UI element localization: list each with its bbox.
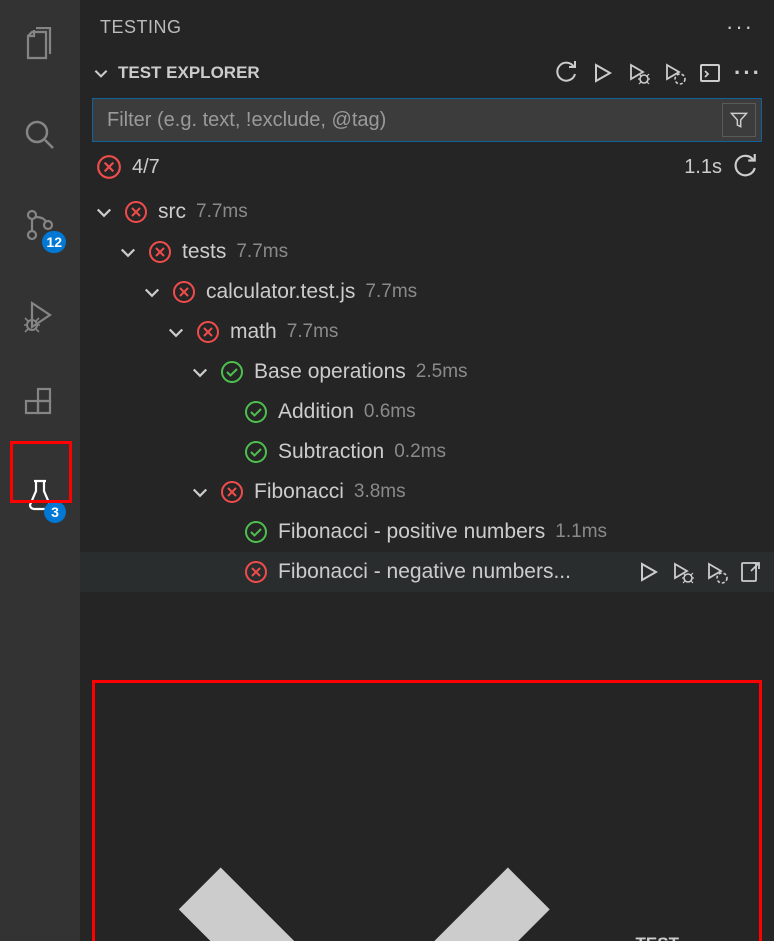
test-summary-duration: 1.1s [684, 156, 722, 179]
go-to-test-button[interactable] [738, 560, 762, 584]
testing-badge: 3 [44, 501, 66, 523]
rerun-button[interactable] [732, 154, 758, 180]
panel-more-button[interactable]: ··· [726, 14, 754, 40]
pass-status-icon [220, 360, 244, 384]
show-output-button[interactable] [698, 61, 722, 85]
test-tree-row[interactable]: Base operations 2.5ms [80, 352, 774, 392]
test-duration: 3.8ms [354, 481, 406, 503]
test-tree: src 7.7ms tests 7.7ms calculator.test.js 7.7m… [80, 186, 774, 592]
test-tree-row[interactable]: Addition 0.6ms [80, 392, 774, 432]
activity-scm-icon[interactable]: 12 [10, 195, 70, 255]
chevron-down-icon [190, 362, 210, 382]
chevron-down-icon [94, 202, 114, 222]
fail-status-icon [96, 154, 122, 180]
test-duration: 7.7ms [196, 201, 248, 223]
test-name: src [158, 200, 186, 224]
test-coverage-header[interactable]: TEST COVERAGE [95, 687, 759, 941]
test-name: calculator.test.js [206, 280, 355, 304]
test-tree-row[interactable]: Fibonacci - negative numbers... [80, 552, 774, 592]
fail-status-icon [244, 560, 268, 584]
test-tree-row[interactable]: Fibonacci 3.8ms [80, 472, 774, 512]
scm-badge: 12 [42, 231, 66, 253]
fail-status-icon [124, 200, 148, 224]
test-tree-row[interactable]: Fibonacci - positive numbers 1.1ms [80, 512, 774, 552]
run-coverage-button[interactable] [662, 61, 686, 85]
fail-status-icon [172, 280, 196, 304]
testing-panel: TESTING ··· TEST EXPLORER ··· [80, 0, 774, 941]
test-name: Fibonacci - negative numbers... [278, 560, 571, 584]
debug-all-tests-button[interactable] [626, 61, 650, 85]
test-duration: 2.5ms [416, 361, 468, 383]
chevron-down-icon [118, 242, 138, 262]
test-summary-row: 4/7 1.1s [80, 148, 774, 186]
test-name: tests [182, 240, 226, 264]
test-tree-row[interactable]: Subtraction 0.2ms [80, 432, 774, 472]
activity-testing-icon[interactable]: 3 [10, 465, 70, 525]
test-name: Base operations [254, 360, 406, 384]
chevron-down-icon [92, 64, 110, 82]
highlight-test-coverage: TEST COVERAGE calculator.js 67.86% ✓add1… [92, 680, 762, 941]
test-tree-row[interactable]: src 7.7ms [80, 192, 774, 232]
test-row-actions [636, 560, 762, 584]
activity-bar: 12 3 [0, 0, 80, 941]
chevron-down-icon [101, 691, 628, 941]
fail-status-icon [220, 480, 244, 504]
panel-title: TESTING [100, 17, 182, 38]
test-explorer-header[interactable]: TEST EXPLORER ··· [80, 54, 774, 92]
explorer-more-button[interactable]: ··· [734, 60, 762, 86]
test-summary-counts: 4/7 [132, 156, 160, 179]
test-tree-row[interactable]: math 7.7ms [80, 312, 774, 352]
test-explorer-title: TEST EXPLORER [118, 63, 260, 83]
activity-debug-icon[interactable] [10, 285, 70, 345]
funnel-icon [729, 110, 749, 130]
pass-status-icon [244, 400, 268, 424]
test-tree-row[interactable]: tests 7.7ms [80, 232, 774, 272]
run-all-tests-button[interactable] [590, 61, 614, 85]
test-name: math [230, 320, 277, 344]
refresh-tests-button[interactable] [554, 61, 578, 85]
chevron-down-icon [142, 282, 162, 302]
test-name: Fibonacci - positive numbers [278, 520, 545, 544]
test-name: Addition [278, 400, 354, 424]
test-duration: 7.7ms [287, 321, 339, 343]
run-test-coverage-button[interactable] [704, 560, 728, 584]
chevron-down-icon [190, 482, 210, 502]
debug-test-button[interactable] [670, 560, 694, 584]
test-duration: 0.6ms [364, 401, 416, 423]
activity-extensions-icon[interactable] [10, 375, 70, 435]
activity-search-icon[interactable] [10, 105, 70, 165]
test-filter [92, 98, 762, 142]
test-duration: 7.7ms [365, 281, 417, 303]
test-duration: 7.7ms [236, 241, 288, 263]
fail-status-icon [148, 240, 172, 264]
run-test-button[interactable] [636, 560, 660, 584]
test-filter-input[interactable] [107, 109, 711, 132]
test-coverage-title: TEST COVERAGE [636, 934, 753, 941]
panel-header: TESTING ··· [80, 0, 774, 54]
test-name: Fibonacci [254, 480, 344, 504]
test-duration: 0.2ms [394, 441, 446, 463]
pass-status-icon [244, 520, 268, 544]
activity-explorer-icon[interactable] [10, 15, 70, 75]
test-duration: 1.1ms [555, 521, 607, 543]
fail-status-icon [196, 320, 220, 344]
chevron-down-icon [166, 322, 186, 342]
pass-status-icon [244, 440, 268, 464]
test-tree-row[interactable]: calculator.test.js 7.7ms [80, 272, 774, 312]
test-name: Subtraction [278, 440, 384, 464]
filter-options-button[interactable] [722, 103, 756, 137]
